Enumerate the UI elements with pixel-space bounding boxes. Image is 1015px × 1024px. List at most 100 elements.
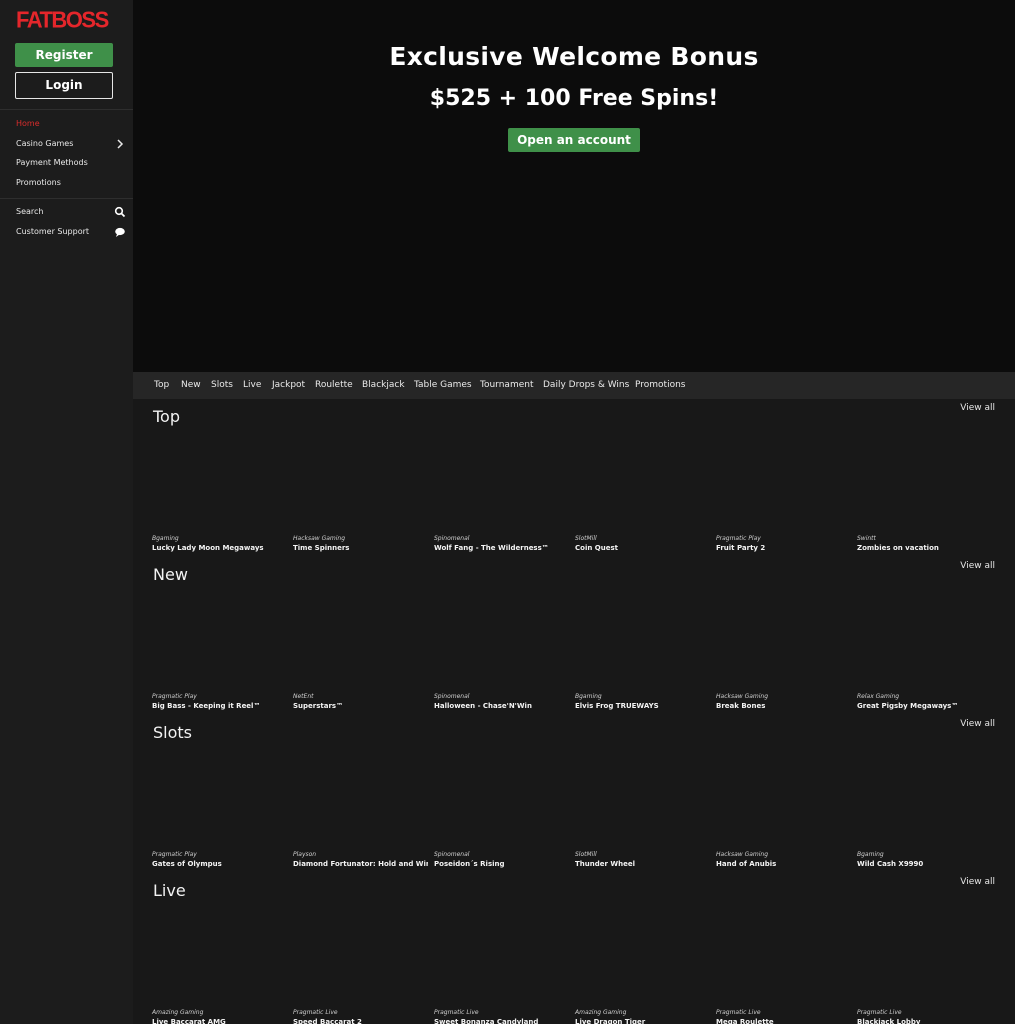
- game-card[interactable]: NetEnt Superstars™: [293, 692, 428, 711]
- section-title: Live: [153, 881, 186, 900]
- hero-title: Exclusive Welcome Bonus: [389, 42, 759, 71]
- game-provider: Pragmatic Play: [716, 535, 761, 542]
- game-title: Speed Baccarat 2: [293, 1018, 362, 1024]
- game-provider: NetEnt: [293, 693, 314, 700]
- sidebar-divider: [0, 198, 133, 199]
- game-title: Break Bones: [716, 702, 766, 710]
- game-card[interactable]: Pragmatic Live Speed Baccarat 2: [293, 1008, 428, 1024]
- game-provider: Pragmatic Play: [152, 851, 197, 858]
- game-title: Halloween - Chase'N'Win: [434, 702, 532, 710]
- game-title: Zombies on vacation: [857, 544, 939, 552]
- game-provider: Pragmatic Play: [152, 693, 197, 700]
- game-card[interactable]: Spinomenal Wolf Fang - The Wilderness™: [434, 534, 569, 553]
- tab-top[interactable]: Top: [154, 372, 169, 399]
- game-title: Elvis Frog TRUEWAYS: [575, 702, 659, 710]
- sidebar-item-promotions[interactable]: Promotions: [16, 177, 126, 189]
- game-provider: Spinomenal: [434, 693, 470, 700]
- game-title: Superstars™: [293, 702, 344, 710]
- hero-subtitle: $525 + 100 Free Spins!: [429, 86, 719, 111]
- sidebar-item-label: Search: [16, 207, 44, 216]
- tab-live[interactable]: Live: [243, 372, 261, 399]
- game-card[interactable]: Hacksaw Gaming Break Bones: [716, 692, 851, 711]
- sidebar-item-search[interactable]: Search: [16, 206, 126, 218]
- game-section-live: Live View all Amazing Gaming Live Baccarat …: [133, 875, 1015, 1024]
- game-card[interactable]: SlotMill Coin Quest: [575, 534, 710, 553]
- fatboss-logo[interactable]: FATBOSS: [16, 6, 109, 33]
- game-card[interactable]: Playson Diamond Fortunator: Hold and Win: [293, 850, 428, 869]
- game-provider: Bgaming: [857, 851, 884, 858]
- game-provider: Bgaming: [152, 535, 179, 542]
- game-provider: Hacksaw Gaming: [716, 851, 769, 858]
- sidebar-item-customer-support[interactable]: Customer Support: [16, 226, 126, 238]
- game-card[interactable]: Bgaming Lucky Lady Moon Megaways: [152, 534, 287, 553]
- game-title: Coin Quest: [575, 544, 618, 552]
- game-card[interactable]: Swintt Zombies on vacation: [857, 534, 992, 553]
- game-card[interactable]: Amazing Gaming Live Baccarat AMG: [152, 1008, 287, 1024]
- game-section-top: Top View all Bgaming Lucky Lady Moon Megawa…: [133, 401, 1015, 559]
- tab-promotions[interactable]: Promotions: [635, 372, 685, 399]
- game-title: Live Baccarat AMG: [152, 1018, 226, 1024]
- section-title: Top: [153, 407, 180, 426]
- game-card[interactable]: SlotMill Thunder Wheel: [575, 850, 710, 869]
- tab-slots[interactable]: Slots: [211, 372, 233, 399]
- game-title: Sweet Bonanza Candyland: [434, 1018, 539, 1024]
- section-title: Slots: [153, 723, 192, 742]
- game-card[interactable]: Hacksaw Gaming Time Spinners: [293, 534, 428, 553]
- view-all-link[interactable]: View all: [960, 561, 995, 571]
- tab-tournament[interactable]: Tournament: [480, 372, 533, 399]
- game-card[interactable]: Bgaming Wild Cash X9990: [857, 850, 992, 869]
- view-all-link[interactable]: View all: [960, 403, 995, 413]
- login-button[interactable]: Login: [15, 72, 113, 99]
- tab-roulette[interactable]: Roulette: [315, 372, 353, 399]
- game-card[interactable]: Pragmatic Live Mega Roulette: [716, 1008, 851, 1024]
- game-card[interactable]: Bgaming Elvis Frog TRUEWAYS: [575, 692, 710, 711]
- sidebar-item-payment-methods[interactable]: Payment Methods: [16, 157, 126, 169]
- game-provider: Hacksaw Gaming: [716, 693, 769, 700]
- game-title: Diamond Fortunator: Hold and Win: [293, 860, 428, 868]
- game-section-slots: Slots View all Pragmatic Play Gates of Olym…: [133, 717, 1015, 875]
- game-title: Big Bass - Keeping it Reel™: [152, 702, 261, 710]
- sidebar-item-casino-games[interactable]: Casino Games: [16, 138, 126, 150]
- view-all-link[interactable]: View all: [960, 719, 995, 729]
- game-title: Thunder Wheel: [575, 860, 635, 868]
- game-card[interactable]: Pragmatic Live Sweet Bonanza Candyland: [434, 1008, 569, 1024]
- tab-daily-drops-wins[interactable]: Daily Drops & Wins: [543, 372, 629, 399]
- game-provider: Spinomenal: [434, 535, 470, 542]
- game-title: Live Dragon Tiger: [575, 1018, 646, 1024]
- sidebar-item-label: Customer Support: [16, 227, 90, 236]
- game-provider: Amazing Gaming: [575, 1009, 627, 1016]
- game-title: Hand of Anubis: [716, 860, 777, 868]
- hero-banner: Exclusive Welcome Bonus $525 + 100 Free …: [133, 0, 1015, 372]
- sidebar-item-home[interactable]: Home: [16, 118, 126, 130]
- search-icon: [114, 206, 126, 218]
- game-title: Gates of Olympus: [152, 860, 222, 868]
- category-tabbar: Top New Slots Live Jackpot Roulette Blac…: [133, 372, 1015, 399]
- game-card[interactable]: Relax Gaming Great Pigsby Megaways™: [857, 692, 992, 711]
- game-card[interactable]: Spinomenal Poseidon´s Rising: [434, 850, 569, 869]
- register-button[interactable]: Register: [15, 43, 113, 67]
- game-card[interactable]: Hacksaw Gaming Hand of Anubis: [716, 850, 851, 869]
- game-provider: Amazing Gaming: [152, 1009, 204, 1016]
- sidebar-divider: [0, 109, 133, 110]
- game-card[interactable]: Amazing Gaming Live Dragon Tiger: [575, 1008, 710, 1024]
- sidebar: FATBOSS Register Login Home Casino Games…: [0, 0, 133, 1024]
- game-provider: SlotMill: [575, 535, 597, 542]
- sidebar-item-label: Casino Games: [16, 139, 74, 148]
- game-provider: Playson: [293, 851, 317, 858]
- tab-table-games[interactable]: Table Games: [414, 372, 472, 399]
- game-card[interactable]: Pragmatic Live Blackjack Lobby: [857, 1008, 992, 1024]
- game-provider: Pragmatic Live: [434, 1009, 479, 1016]
- game-card[interactable]: Pragmatic Play Gates of Olympus: [152, 850, 287, 869]
- game-title: Time Spinners: [293, 544, 350, 552]
- game-title: Wild Cash X9990: [857, 860, 924, 868]
- tab-blackjack[interactable]: Blackjack: [362, 372, 405, 399]
- game-card[interactable]: Spinomenal Halloween - Chase'N'Win: [434, 692, 569, 711]
- game-card[interactable]: Pragmatic Play Fruit Party 2: [716, 534, 851, 553]
- tab-jackpot[interactable]: Jackpot: [272, 372, 305, 399]
- game-provider: Bgaming: [575, 693, 602, 700]
- view-all-link[interactable]: View all: [960, 877, 995, 887]
- game-section-new: New View all Pragmatic Play Big Bass - Keep…: [133, 559, 1015, 717]
- tab-new[interactable]: New: [181, 372, 201, 399]
- open-account-button[interactable]: Open an account: [508, 128, 640, 152]
- game-card[interactable]: Pragmatic Play Big Bass - Keeping it Reel…: [152, 692, 287, 711]
